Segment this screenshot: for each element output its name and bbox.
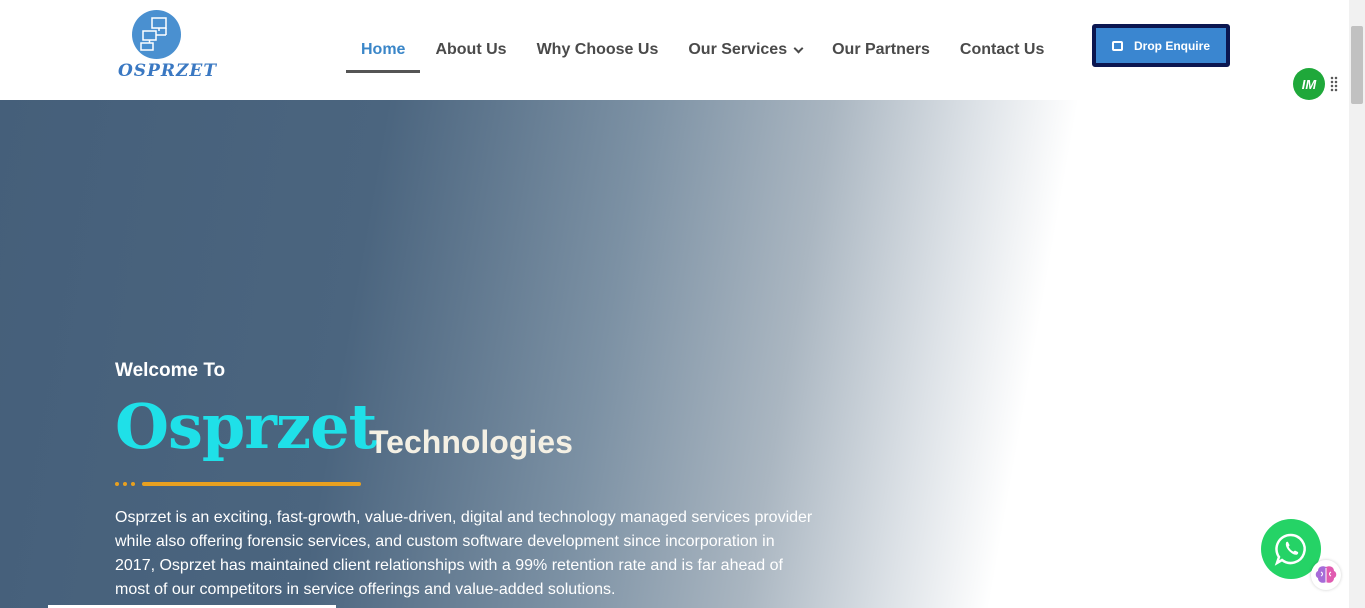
main-nav: Home About Us Why Choose Us Our Services…: [346, 0, 1074, 100]
drag-handle-icon[interactable]: [1330, 76, 1338, 92]
nav-partners-label: Our Partners: [832, 41, 930, 58]
divider-bar: [142, 482, 361, 486]
nav-home[interactable]: Home: [346, 30, 421, 73]
drop-enquire-button[interactable]: Drop Enquire: [1092, 24, 1230, 67]
nav-contact-us[interactable]: Contact Us: [960, 30, 1044, 70]
brain-glyph: [1315, 566, 1337, 583]
im-chat-icon[interactable]: IM: [1293, 68, 1325, 100]
divider-dot: [131, 482, 135, 486]
nav-why-label: Why Choose Us: [536, 41, 659, 58]
divider-dot: [115, 482, 119, 486]
hero-divider: [115, 482, 361, 486]
im-widget[interactable]: IM: [1293, 68, 1349, 100]
drop-enquire-label: Drop Enquire: [1133, 38, 1210, 53]
hero-tagline: Technologies: [369, 424, 573, 460]
hero-brand: Osprzet: [115, 390, 377, 463]
nav-services-label: Our Services: [688, 41, 788, 58]
hero-description: Osprzet is an exciting, fast-growth, val…: [115, 509, 813, 598]
chevron-down-icon: [793, 43, 804, 53]
site-header: OSPRZET Home About Us Why Choose Us Our …: [0, 0, 1349, 100]
site-logo[interactable]: OSPRZET: [116, 8, 216, 88]
whatsapp-icon: [1274, 533, 1306, 566]
divider-dot: [123, 482, 127, 486]
nav-home-label: Home: [361, 41, 406, 58]
page-scrollbar[interactable]: [1349, 0, 1365, 608]
nav-about-label: About Us: [435, 41, 507, 58]
nav-why-choose-us[interactable]: Why Choose Us: [537, 30, 659, 70]
nav-our-partners[interactable]: Our Partners: [832, 30, 930, 70]
nav-contact-label: Contact Us: [959, 41, 1045, 58]
scrollbar-thumb[interactable]: [1351, 26, 1363, 104]
network-computers-icon: [132, 10, 181, 59]
logo-text: OSPRZET: [118, 61, 218, 81]
nav-about-us[interactable]: About Us: [435, 30, 506, 70]
hero-welcome: Welcome To: [115, 360, 226, 381]
message-icon: [1111, 40, 1123, 51]
nav-our-services[interactable]: Our Services: [688, 30, 804, 70]
brain-icon[interactable]: [1311, 560, 1341, 590]
